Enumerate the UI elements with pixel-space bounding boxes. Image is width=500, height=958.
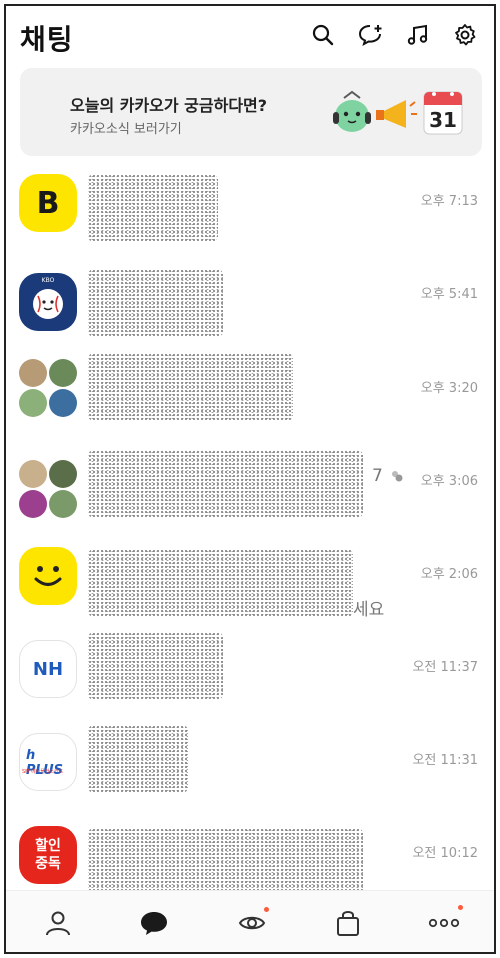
chat-time: 오후 2:06 xyxy=(420,567,478,582)
page-title: 채팅 xyxy=(20,23,74,56)
chat-time: 오후 3:20 xyxy=(420,381,478,396)
chat-message-tail: 세요 xyxy=(353,600,385,620)
chat-row[interactable]: KBO 오후 5:41 xyxy=(6,259,494,349)
redacted-preview xyxy=(88,725,188,793)
notification-dot xyxy=(458,905,463,910)
shopping-icon[interactable] xyxy=(332,907,364,939)
smile-face-avatar xyxy=(19,547,77,605)
chat-row[interactable]: h PLUS SM 에이플러스카드 오전 11:31 xyxy=(6,725,494,815)
chat-time: 오전 11:31 xyxy=(412,753,478,768)
app-window: 채팅 오늘의 카카오가 궁금하다면? 카카오소식 보러가기 31 B 오후 7:… xyxy=(4,4,496,954)
notification-dot xyxy=(264,907,269,912)
banner-illustration: 31 xyxy=(330,86,470,138)
friends-icon[interactable] xyxy=(42,907,74,939)
kbo-label: KBO xyxy=(41,277,55,284)
group-avatar xyxy=(19,460,77,518)
more-icon[interactable] xyxy=(428,905,463,939)
mascot-icon xyxy=(333,90,371,132)
sale-logo-text: 할인 중독 xyxy=(35,838,61,872)
chat-row[interactable]: 7 오후 3:06 xyxy=(6,446,494,536)
b-logo-avatar: B xyxy=(19,174,77,232)
pin-icon xyxy=(390,468,404,482)
redacted-preview xyxy=(88,632,223,700)
chat-time: 오전 10:12 xyxy=(412,846,478,861)
chat-row[interactable]: NH 오전 11:37 xyxy=(6,632,494,722)
chat-row[interactable]: B 오후 7:13 xyxy=(6,166,494,256)
banner-subtitle: 카카오소식 보러가기 xyxy=(70,122,182,137)
header: 채팅 xyxy=(6,6,494,66)
sale-logo-avatar: 할인 중독 xyxy=(19,826,77,884)
bottom-nav xyxy=(6,890,494,952)
chat-row[interactable]: 세요 오후 2:06 xyxy=(6,539,494,629)
redacted-preview xyxy=(88,353,293,421)
chat-row[interactable]: 오후 3:20 xyxy=(6,353,494,443)
calendar-day: 31 xyxy=(429,108,457,132)
new-chat-icon[interactable] xyxy=(356,20,386,50)
redacted-preview xyxy=(88,174,218,242)
redacted-preview xyxy=(88,450,363,518)
group-avatar xyxy=(19,359,77,417)
redacted-preview xyxy=(88,549,353,617)
nh-logo-text: NH xyxy=(32,658,64,680)
chats-icon[interactable] xyxy=(138,907,170,939)
chat-time: 오후 3:06 xyxy=(420,474,478,489)
hplus-card-logo-avatar: h PLUS SM 에이플러스카드 xyxy=(19,733,77,791)
search-icon[interactable] xyxy=(308,20,338,50)
nh-logo-avatar: NH xyxy=(19,640,77,698)
view-icon[interactable] xyxy=(236,907,269,939)
chat-time: 오전 11:37 xyxy=(412,660,478,675)
music-icon[interactable] xyxy=(403,20,433,50)
banner-title: 오늘의 카카오가 궁금하다면? xyxy=(70,96,268,115)
megaphone-icon xyxy=(376,100,417,128)
baseball-logo-avatar: KBO xyxy=(19,273,77,331)
settings-icon[interactable] xyxy=(450,20,480,50)
b-logo-text: B xyxy=(36,185,60,221)
redacted-preview xyxy=(88,828,363,896)
hplus-logo-sub: SM 에이플러스카드 xyxy=(22,769,64,775)
chat-time: 오후 5:41 xyxy=(420,287,478,302)
kakao-news-banner[interactable]: 오늘의 카카오가 궁금하다면? 카카오소식 보러가기 31 xyxy=(20,68,482,156)
unread-hint: 7 xyxy=(372,466,383,486)
chat-time: 오후 7:13 xyxy=(420,194,478,209)
redacted-preview xyxy=(88,269,223,337)
